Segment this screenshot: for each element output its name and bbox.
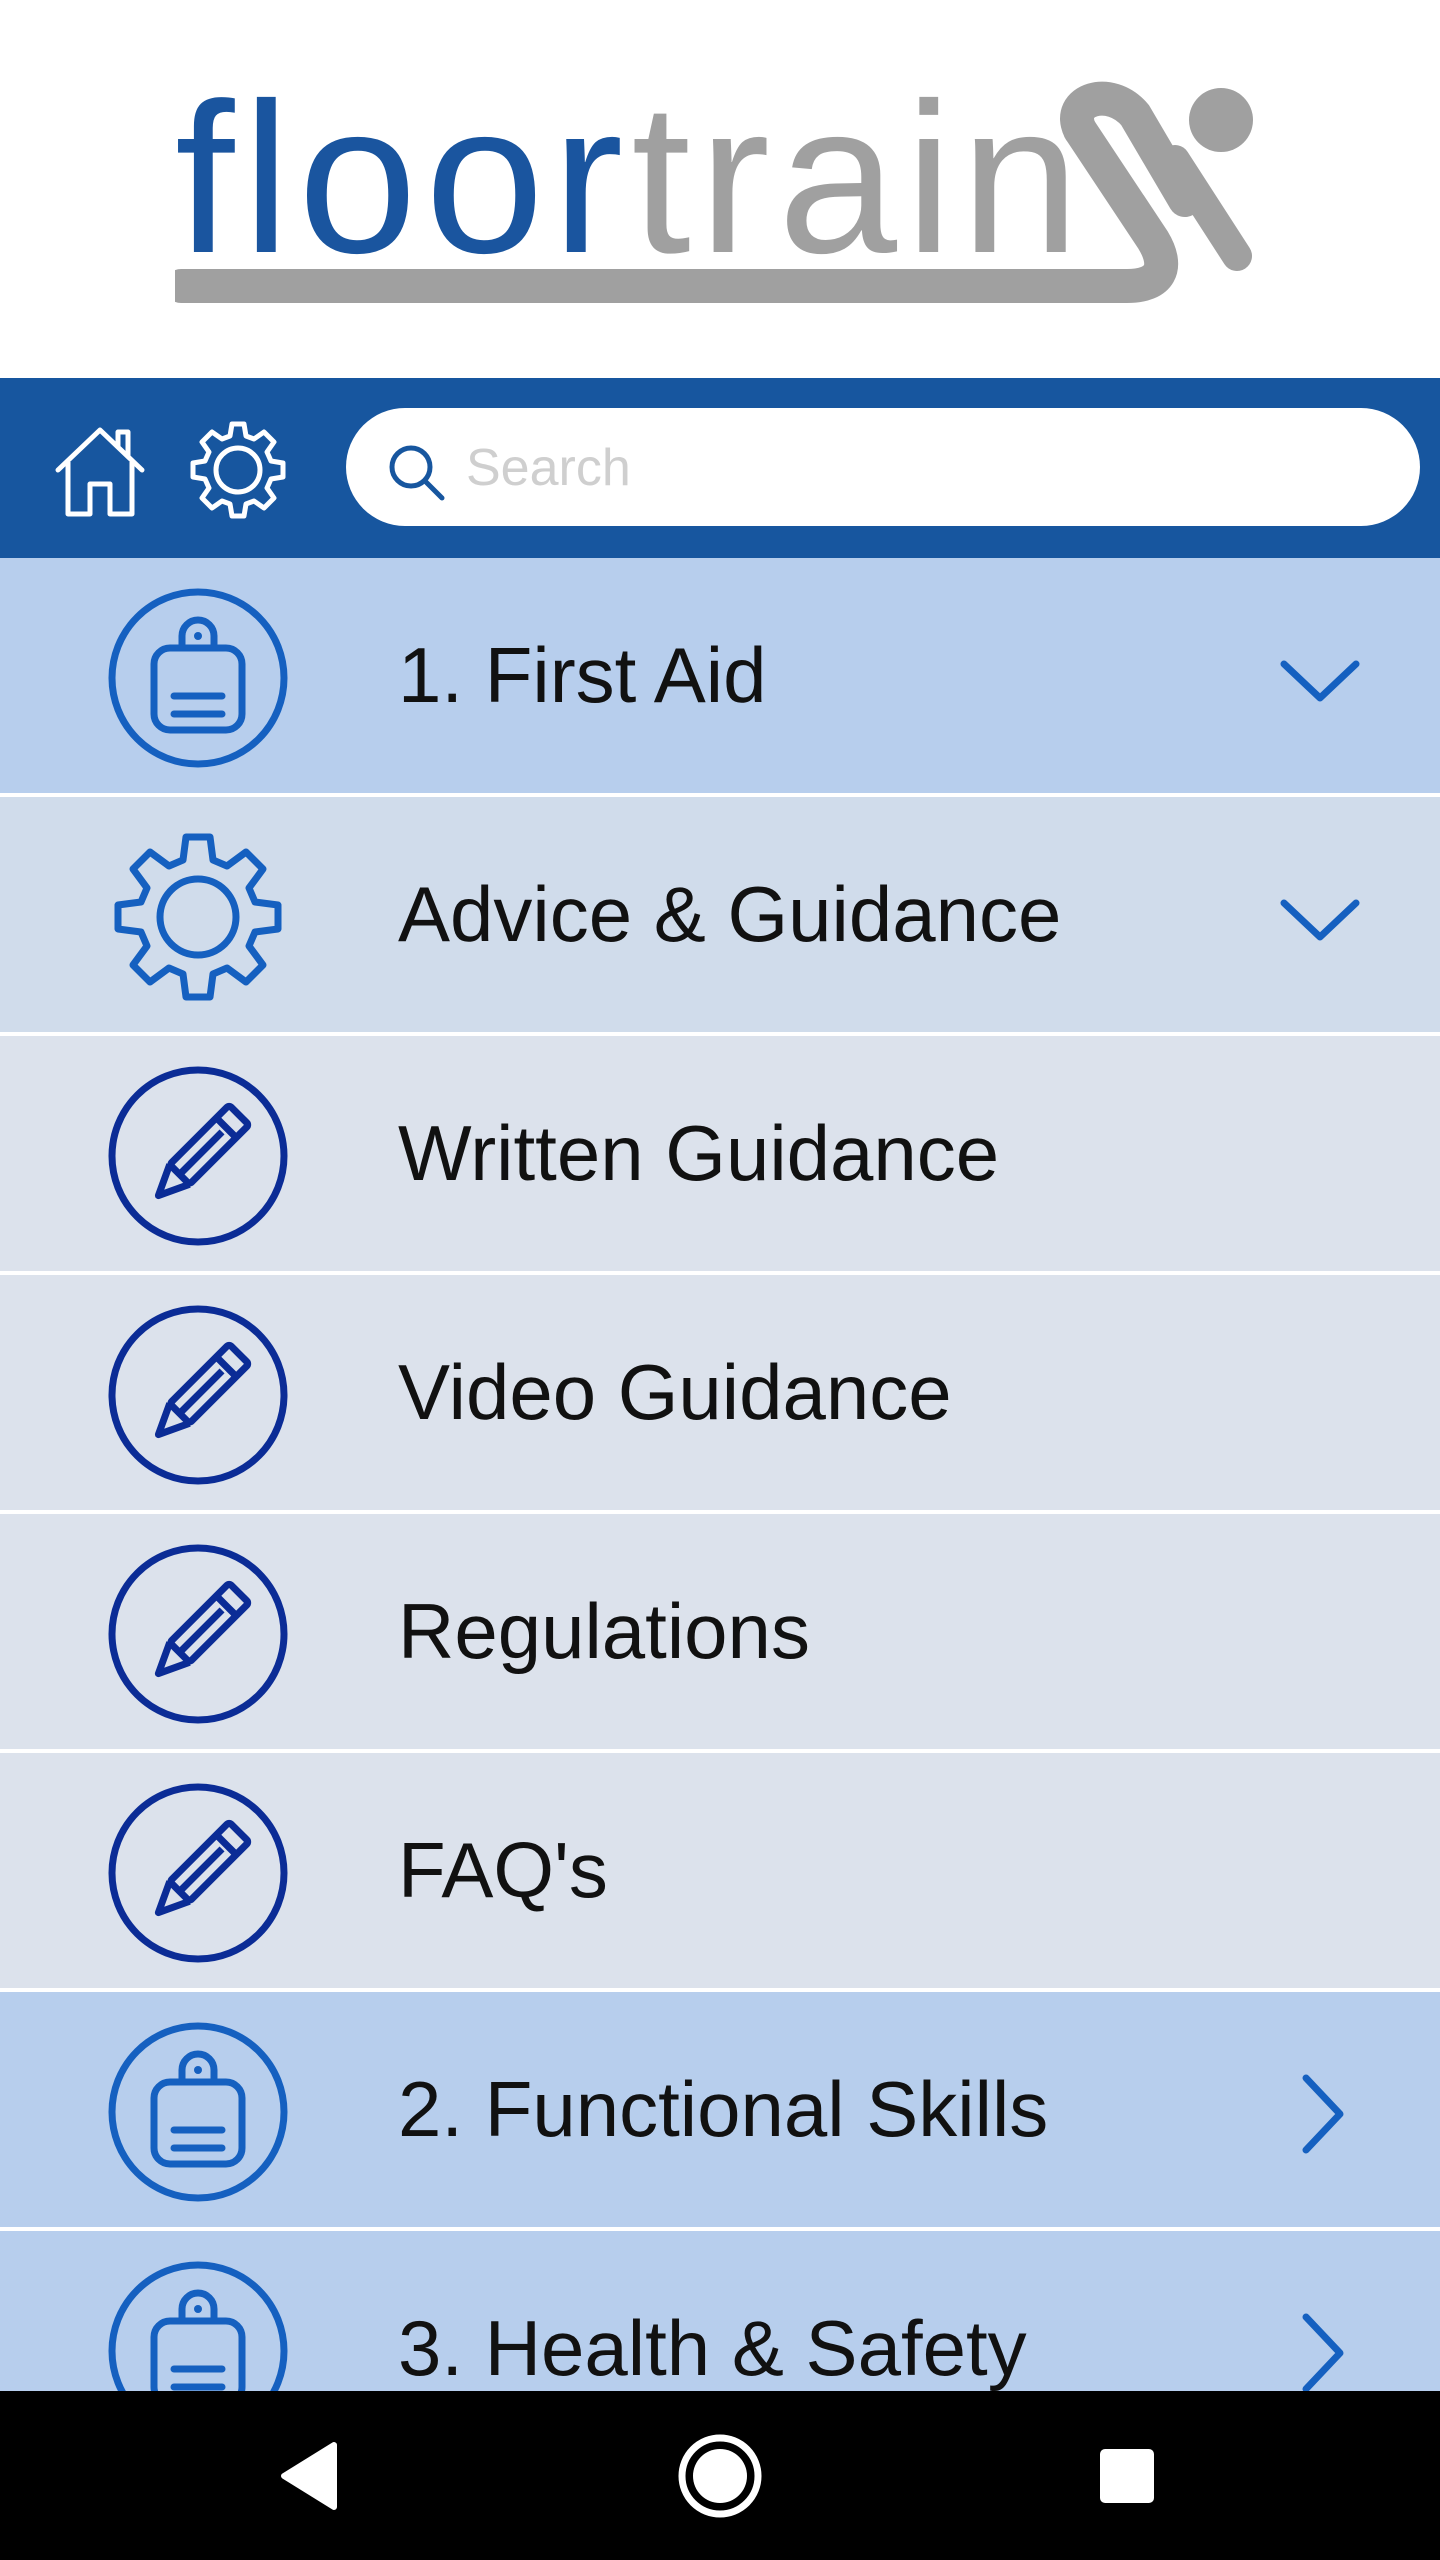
search-icon xyxy=(389,445,445,501)
menu-row-label: Video Guidance xyxy=(398,1348,952,1436)
pencil-icon xyxy=(108,1066,288,1246)
gear-icon xyxy=(190,421,286,519)
menu-row-label: 3. Health & Safety xyxy=(398,2304,1027,2391)
menu-row-regulations[interactable]: Regulations xyxy=(0,1514,1440,1749)
clipboard-icon xyxy=(108,2022,288,2202)
chevron-down-icon[interactable] xyxy=(1270,630,1370,730)
menu-row-label: 1. First Aid xyxy=(398,631,767,719)
back-triangle-icon[interactable] xyxy=(268,2431,358,2521)
chevron-right-icon[interactable] xyxy=(1270,2303,1370,2391)
system-navigation-bar xyxy=(0,2391,1440,2560)
search-input[interactable] xyxy=(464,430,1368,506)
menu-row-label: Advice & Guidance xyxy=(398,870,1062,958)
app-logo: floortrain xyxy=(0,0,1440,378)
search-bar[interactable] xyxy=(346,408,1420,526)
menu-row-written-guidance[interactable]: Written Guidance xyxy=(0,1036,1440,1271)
logo-swoosh-icon xyxy=(175,81,1253,303)
home-icon xyxy=(55,427,145,517)
settings-button[interactable] xyxy=(186,418,290,522)
pencil-icon xyxy=(108,1783,288,1963)
menu-row-functional-skills[interactable]: 2. Functional Skills xyxy=(0,1992,1440,2227)
menu-row-label: FAQ's xyxy=(398,1826,608,1914)
menu-list: 1. First Aid Advice & Guidance Written G… xyxy=(0,558,1440,2391)
clipboard-icon xyxy=(108,2261,288,2391)
pencil-icon xyxy=(108,1305,288,1485)
home-circle-icon[interactable] xyxy=(675,2431,765,2521)
home-button[interactable] xyxy=(48,418,152,522)
menu-row-advice-guidance[interactable]: Advice & Guidance xyxy=(0,797,1440,1032)
clipboard-icon xyxy=(108,588,288,768)
menu-row-label: Written Guidance xyxy=(398,1109,1000,1197)
menu-row-first-aid[interactable]: 1. First Aid xyxy=(0,558,1440,793)
menu-row-label: Regulations xyxy=(398,1587,810,1675)
menu-row-label: 2. Functional Skills xyxy=(398,2065,1049,2153)
menu-row-video-guidance[interactable]: Video Guidance xyxy=(0,1275,1440,1510)
top-toolbar xyxy=(0,378,1440,558)
chevron-down-icon[interactable] xyxy=(1270,869,1370,969)
menu-row-health-safety[interactable]: 3. Health & Safety xyxy=(0,2231,1440,2391)
menu-row-faqs[interactable]: FAQ's xyxy=(0,1753,1440,1988)
gear-icon xyxy=(114,833,282,1001)
recents-square-icon[interactable] xyxy=(1082,2431,1172,2521)
pencil-icon xyxy=(108,1544,288,1724)
chevron-right-icon[interactable] xyxy=(1270,2064,1370,2164)
